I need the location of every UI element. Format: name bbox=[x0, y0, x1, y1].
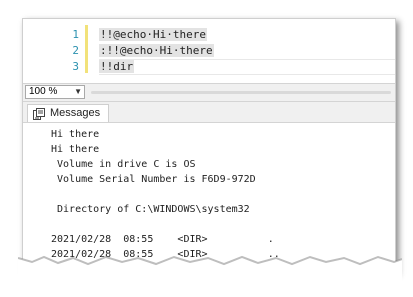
code-line-current[interactable]: !!dir bbox=[99, 59, 395, 75]
line-number: 2 bbox=[72, 44, 79, 57]
zoom-bar: 100 % ▼ bbox=[23, 83, 395, 102]
code-area[interactable]: !!@echo·Hi·there :!!@echo·Hi·there !!dir bbox=[99, 27, 395, 75]
zoom-value: 100 % bbox=[29, 86, 58, 97]
message-line: Hi there bbox=[51, 144, 100, 155]
message-line: Volume Serial Number is F6D9-972D bbox=[51, 174, 256, 185]
zoom-dropdown[interactable]: 100 % ▼ bbox=[25, 85, 85, 99]
code-line[interactable]: :!!@echo·Hi·there bbox=[99, 43, 395, 59]
line-number: 1 bbox=[72, 28, 79, 41]
change-tracking-bar bbox=[85, 25, 88, 73]
tab-messages[interactable]: Messages bbox=[27, 104, 109, 122]
editor-gutter bbox=[23, 25, 30, 73]
message-line: 2021/02/28 08:55 <DIR> . bbox=[51, 234, 274, 245]
query-editor[interactable]: 1 2 3 !!@echo·Hi·there :!!@echo·Hi·there… bbox=[23, 19, 395, 77]
torn-edge-decoration bbox=[18, 255, 402, 297]
messages-icon bbox=[33, 108, 45, 120]
message-output: Hi there Hi there Volume in drive C is O… bbox=[51, 127, 280, 262]
code-line-text: !!dir bbox=[99, 60, 135, 73]
message-line: Hi there bbox=[51, 129, 100, 140]
message-line bbox=[51, 187, 280, 202]
line-number: 3 bbox=[72, 60, 79, 73]
horizontal-scrollbar[interactable] bbox=[91, 91, 391, 94]
tab-label: Messages bbox=[50, 107, 101, 119]
line-number-gutter: 1 2 3 bbox=[43, 27, 79, 75]
code-line[interactable]: !!@echo·Hi·there bbox=[99, 27, 395, 43]
messages-pane[interactable]: Hi there Hi there Volume in drive C is O… bbox=[23, 123, 395, 273]
ssms-query-window: 1 2 3 !!@echo·Hi·there :!!@echo·Hi·there… bbox=[22, 18, 396, 273]
message-line: Volume in drive C is OS bbox=[51, 159, 196, 170]
code-line-text: !!@echo·Hi·there bbox=[99, 28, 207, 41]
chevron-down-icon[interactable]: ▼ bbox=[74, 86, 82, 98]
code-line-text: :!!@echo·Hi·there bbox=[99, 44, 214, 57]
results-tab-strip: Messages bbox=[23, 102, 395, 123]
message-line bbox=[51, 217, 280, 232]
message-line: Directory of C:\WINDOWS\system32 bbox=[51, 204, 250, 215]
